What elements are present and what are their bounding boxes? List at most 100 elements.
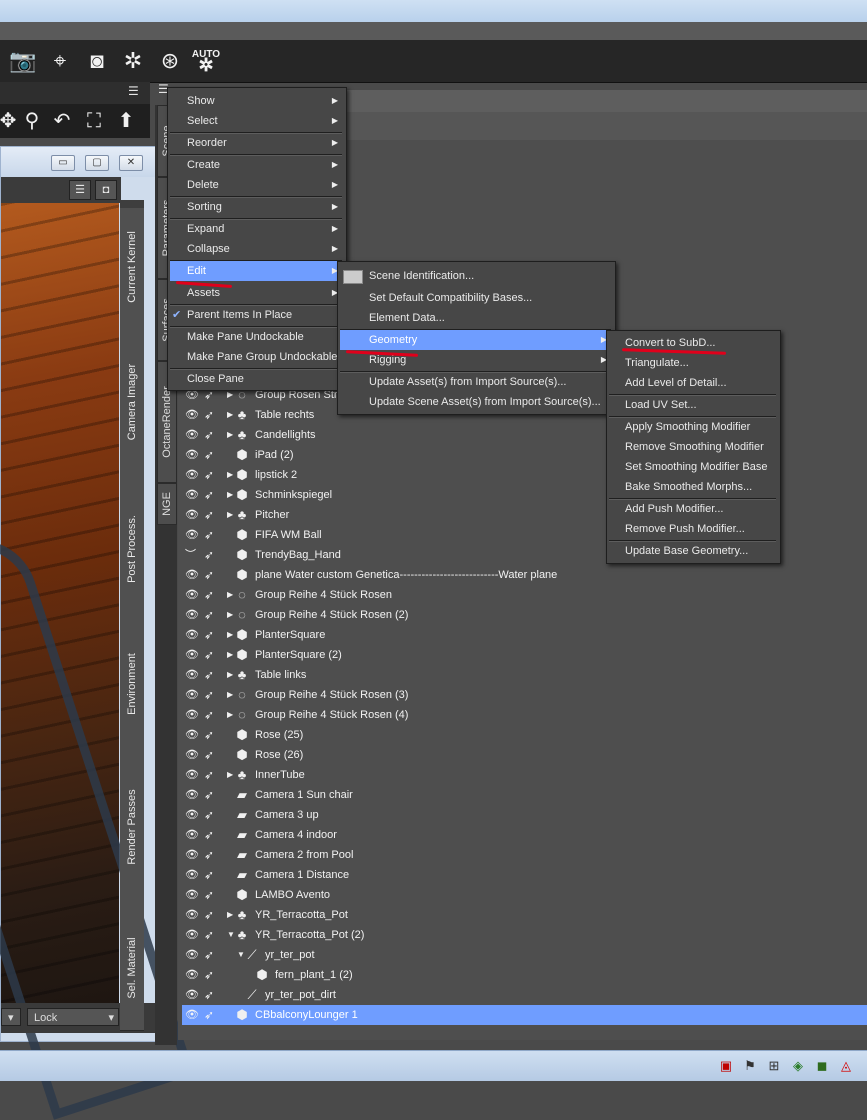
menu-item-scene-identification[interactable]: Scene Identification... bbox=[340, 266, 613, 286]
eye-icon[interactable]: 👁 bbox=[185, 565, 203, 585]
eye-icon[interactable]: 👁 bbox=[185, 465, 203, 485]
pane-menu-icon[interactable]: ☰ bbox=[128, 84, 139, 98]
table-row[interactable]: 👁 ➶ ▶ ♣ YR_Terracotta_Pot bbox=[182, 905, 867, 925]
selectable-pointer-icon[interactable]: ➶ bbox=[204, 925, 222, 945]
table-row[interactable]: 👁 ➶ ▶ ⬢ PlanterSquare bbox=[182, 625, 867, 645]
eye-closed-icon[interactable]: ︶ bbox=[185, 545, 203, 565]
tab-post-process[interactable]: Post Process. bbox=[120, 478, 144, 621]
table-row[interactable]: 👁 ➶ ⟋ yr_ter_pot_dirt bbox=[182, 985, 867, 1005]
table-row[interactable]: 👁 ➶ ⬢ fern_plant_1 (2) bbox=[182, 965, 867, 985]
menu-item-reorder[interactable]: Reorder ▶ bbox=[170, 133, 344, 153]
mode-combo[interactable]: ▾ bbox=[1, 1008, 21, 1026]
menu-item-remove-smoothing-modifier[interactable]: Remove Smoothing Modifier bbox=[609, 437, 778, 457]
selectable-pointer-icon[interactable]: ➶ bbox=[204, 985, 222, 1005]
eye-icon[interactable]: 👁 bbox=[185, 985, 203, 1005]
eye-icon[interactable]: 👁 bbox=[185, 885, 203, 905]
selectable-pointer-icon[interactable]: ➶ bbox=[204, 865, 222, 885]
eye-icon[interactable]: 👁 bbox=[185, 585, 203, 605]
table-row[interactable]: 👁 ➶ ▶ ◌ Group Reihe 4 Stück Rosen bbox=[182, 585, 867, 605]
selectable-pointer-icon[interactable]: ➶ bbox=[204, 525, 222, 545]
tab-environment[interactable]: Environment bbox=[120, 620, 144, 749]
selectable-pointer-icon[interactable]: ➶ bbox=[204, 605, 222, 625]
selectable-pointer-icon[interactable]: ➶ bbox=[204, 905, 222, 925]
list-icon[interactable]: ☰ bbox=[69, 180, 91, 200]
selectable-pointer-icon[interactable]: ➶ bbox=[204, 565, 222, 585]
table-row[interactable]: 👁 ➶ ▶ ◌ Group Reihe 4 Stück Rosen (4) bbox=[182, 705, 867, 725]
render-camera-icon[interactable]: ◙ bbox=[82, 46, 112, 76]
eye-icon[interactable]: 👁 bbox=[185, 765, 203, 785]
table-row[interactable]: 👁 ➶ ▶ ⬢ PlanterSquare (2) bbox=[182, 645, 867, 665]
menu-item-update-assets[interactable]: Update Asset(s) from Import Source(s)... bbox=[340, 372, 613, 392]
menu-item-bake-smoothed-morphs[interactable]: Bake Smoothed Morphs... bbox=[609, 477, 778, 497]
menu-item-close-pane[interactable]: Close Pane bbox=[170, 369, 344, 389]
eye-icon[interactable]: 👁 bbox=[185, 405, 203, 425]
selectable-pointer-icon[interactable]: ➶ bbox=[204, 805, 222, 825]
selectable-pointer-icon[interactable]: ➶ bbox=[204, 825, 222, 845]
selectable-pointer-icon[interactable]: ➶ bbox=[204, 745, 222, 765]
zoom-icon[interactable]: ⚲ bbox=[18, 107, 46, 135]
action-center-flag-icon[interactable]: ⚑ bbox=[742, 1058, 758, 1074]
selectable-pointer-icon[interactable]: ➶ bbox=[204, 885, 222, 905]
menu-item-select[interactable]: Select ▶ bbox=[170, 111, 344, 131]
menu-item-remove-push-modifier[interactable]: Remove Push Modifier... bbox=[609, 519, 778, 539]
orbit-icon[interactable]: ↶ bbox=[48, 107, 76, 135]
table-row[interactable]: 👁 ➶ ▰ Camera 1 Sun chair bbox=[182, 785, 867, 805]
security-icon[interactable]: ◈ bbox=[790, 1058, 806, 1074]
render-preview[interactable] bbox=[0, 203, 195, 1120]
eye-icon[interactable]: 👁 bbox=[185, 485, 203, 505]
eye-icon[interactable]: 👁 bbox=[185, 425, 203, 445]
menu-item-set-default-compatibility-bases[interactable]: Set Default Compatibility Bases... bbox=[340, 288, 613, 308]
selectable-pointer-icon[interactable]: ➶ bbox=[204, 725, 222, 745]
acrobat-icon[interactable]: ▣ bbox=[718, 1058, 734, 1074]
close-button[interactable]: ✕ bbox=[119, 155, 143, 171]
menu-item-element-data[interactable]: Element Data... bbox=[340, 308, 613, 328]
table-row[interactable]: 👁 ➶ ▶ ♣ Table links bbox=[182, 665, 867, 685]
selectable-pointer-icon[interactable]: ➶ bbox=[204, 545, 222, 565]
selectable-pointer-icon[interactable]: ➶ bbox=[204, 1005, 222, 1025]
menu-item-add-level-of-detail[interactable]: Add Level of Detail... bbox=[609, 373, 778, 393]
table-row[interactable]: 👁 ➶ ⬢ plane Water custom Genetica----------… bbox=[182, 565, 867, 585]
menu-item-assets[interactable]: Assets ▶ bbox=[170, 283, 344, 303]
menu-item-add-push-modifier[interactable]: Add Push Modifier... bbox=[609, 499, 778, 519]
selectable-pointer-icon[interactable]: ➶ bbox=[204, 405, 222, 425]
table-row[interactable]: 👁 ➶ ▰ Camera 3 up bbox=[182, 805, 867, 825]
antivirus-icon[interactable]: ◬ bbox=[838, 1058, 854, 1074]
eye-icon[interactable]: 👁 bbox=[185, 505, 203, 525]
restore-button[interactable]: ▢ bbox=[85, 155, 109, 171]
eye-icon[interactable]: 👁 bbox=[185, 965, 203, 985]
selectable-pointer-icon[interactable]: ➶ bbox=[204, 685, 222, 705]
eye-icon[interactable]: 👁 bbox=[185, 625, 203, 645]
selectable-pointer-icon[interactable]: ➶ bbox=[204, 965, 222, 985]
aperture-settings-icon[interactable]: ⊛ bbox=[155, 46, 185, 76]
eye-icon[interactable]: 👁 bbox=[185, 945, 203, 965]
selectable-pointer-icon[interactable]: ➶ bbox=[204, 625, 222, 645]
selectable-pointer-icon[interactable]: ➶ bbox=[204, 585, 222, 605]
lock-combo[interactable]: Lock ▾ bbox=[27, 1008, 119, 1026]
minimize-button[interactable]: ▭ bbox=[51, 155, 75, 171]
frame-icon[interactable]: ⛶ bbox=[80, 107, 108, 135]
menu-item-make-pane-undockable[interactable]: Make Pane Undockable bbox=[170, 327, 344, 347]
eye-icon[interactable]: 👁 bbox=[185, 725, 203, 745]
table-row[interactable]: 👁 ➶ ▰ Camera 2 from Pool bbox=[182, 845, 867, 865]
menu-item-delete[interactable]: Delete ▶ bbox=[170, 175, 344, 195]
windows-icon[interactable]: ⊞ bbox=[766, 1058, 782, 1074]
menu-item-load-uv-set[interactable]: Load UV Set... bbox=[609, 395, 778, 415]
eye-icon[interactable]: 👁 bbox=[185, 845, 203, 865]
selectable-pointer-icon[interactable]: ➶ bbox=[204, 485, 222, 505]
menu-item-show[interactable]: Show ▶ bbox=[170, 91, 344, 111]
tab-current-kernel[interactable]: Current Kernel bbox=[120, 208, 144, 327]
auto-render-icon[interactable]: AUTO ✲ bbox=[191, 50, 221, 80]
table-row[interactable]: 👁 ➶ ▶ ◌ Group Reihe 4 Stück Rosen (2) bbox=[182, 605, 867, 625]
selectable-pointer-icon[interactable]: ➶ bbox=[204, 845, 222, 865]
up-icon[interactable]: ⬆ bbox=[112, 107, 140, 135]
eye-icon[interactable]: 👁 bbox=[185, 825, 203, 845]
menu-item-set-smoothing-modifier-base[interactable]: Set Smoothing Modifier Base bbox=[609, 457, 778, 477]
table-row[interactable]: 👁 ➶ ▰ Camera 4 indoor bbox=[182, 825, 867, 845]
eye-icon[interactable]: 👁 bbox=[185, 525, 203, 545]
eye-icon[interactable]: 👁 bbox=[185, 925, 203, 945]
menu-item-expand[interactable]: Expand ▶ bbox=[170, 219, 344, 239]
pointer-settings-icon[interactable]: ⌖ bbox=[45, 46, 75, 76]
camera-icon[interactable]: 📷 bbox=[8, 46, 38, 76]
selectable-pointer-icon[interactable]: ➶ bbox=[204, 505, 222, 525]
menu-item-create[interactable]: Create ▶ bbox=[170, 155, 344, 175]
